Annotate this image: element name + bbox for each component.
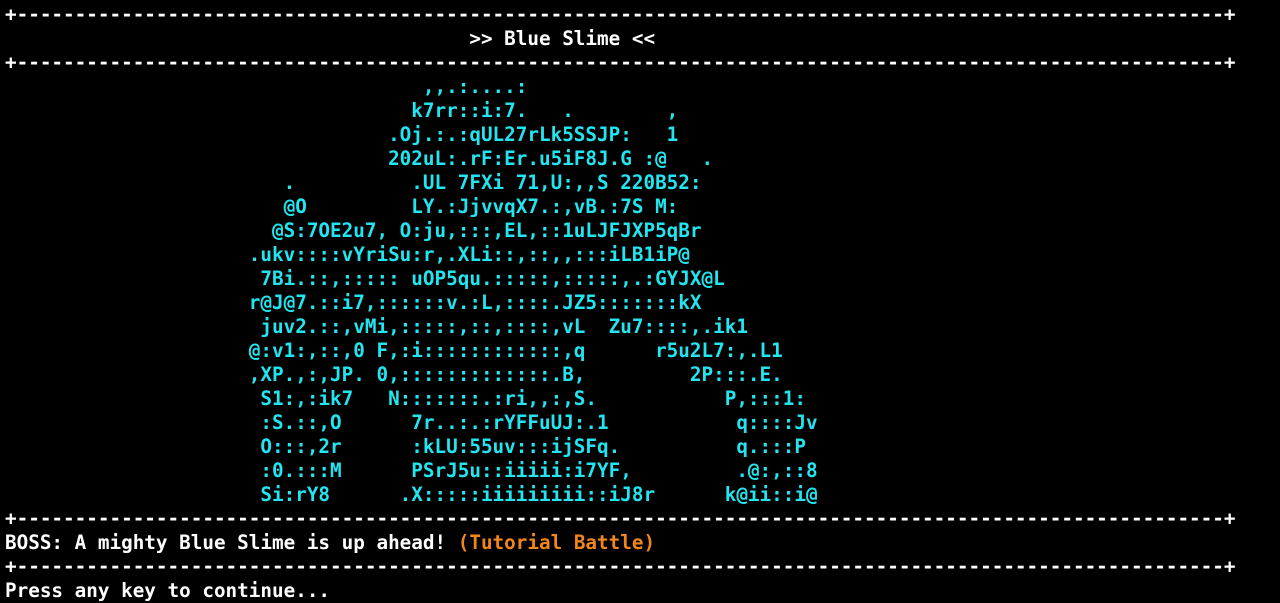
art-row: Si:rY8 .X:::::iiiiiiiii::iJ8r k@ii::i@ <box>5 483 818 506</box>
page-title: >> Blue Slime << <box>5 27 656 50</box>
art-row: @:v1:,::,0 F,:i::::::::::::,q r5u2L7:,.L… <box>5 339 783 362</box>
art-row: S1:,:ik7 N:::::::.:ri,,:,S. P,:::1: <box>5 387 806 410</box>
art-row: .ukv::::vYriSu:r,.XLi::,::,,:::iLB1iP@ <box>5 243 690 266</box>
art-row: . .UL 7FXi 71,U:,,S 220B52: <box>5 171 702 194</box>
art-row: k7rr::i:7. . , <box>5 99 679 122</box>
message-box-top-border: +---------------------------------------… <box>5 507 1236 530</box>
art-row: @S:7OE2u7, O:ju,:::,EL,::1uLJFJXP5qBr <box>5 219 702 242</box>
continue-prompt[interactable]: Press any key to continue... <box>0 579 1280 603</box>
header-bottom-border: +---------------------------------------… <box>5 51 1236 74</box>
art-row: 7Bi.::,::::: uOP5qu.:::::,:::::,.:GYJX@L <box>5 267 725 290</box>
boss-message-text: BOSS: A mighty Blue Slime is up ahead! <box>5 531 458 554</box>
art-row: r@J@7.::i7,::::::v.:L,::::.JZ5:::::::kX <box>5 291 702 314</box>
art-row: ,XP.,:,JP. 0,:::::::::::::.B, 2P:::.E. <box>5 363 783 386</box>
header-top-border: +---------------------------------------… <box>5 3 1236 26</box>
message-box-bottom-border: +---------------------------------------… <box>5 555 1236 578</box>
art-row: .Oj.:.:qUL27rLk5SSJP: 1 <box>5 123 679 146</box>
art-row: :0.:::M PSrJ5u::iiiii:i7YF, .@:,::8 <box>5 459 818 482</box>
battle-type-tag: (Tutorial Battle) <box>457 531 656 554</box>
art-row: @O LY.:JjvvqX7.:,vB.:7S M: <box>5 195 679 218</box>
boss-message: BOSS: A mighty Blue Slime is up ahead! (… <box>0 531 1280 555</box>
art-row: :S.::,O 7r..:.:rYFFuUJ:.1 q::::Jv <box>5 411 818 434</box>
art-row: ,,.:....: <box>5 75 528 98</box>
enemy-ascii-art: ,,.:....: k7rr::i:7. . , .Oj.:.:qUL27rLk… <box>0 75 1280 507</box>
terminal-screen: +---------------------------------------… <box>0 0 1280 603</box>
art-row: O:::,2r :kLU:55uv:::ijSFq. q.:::P <box>5 435 806 458</box>
art-row: juv2.::,vMi,:::::,::,::::,vL Zu7::::,.ik… <box>5 315 748 338</box>
art-row: 202uL:.rF:Er.u5iF8J.G :@ . <box>5 147 714 170</box>
